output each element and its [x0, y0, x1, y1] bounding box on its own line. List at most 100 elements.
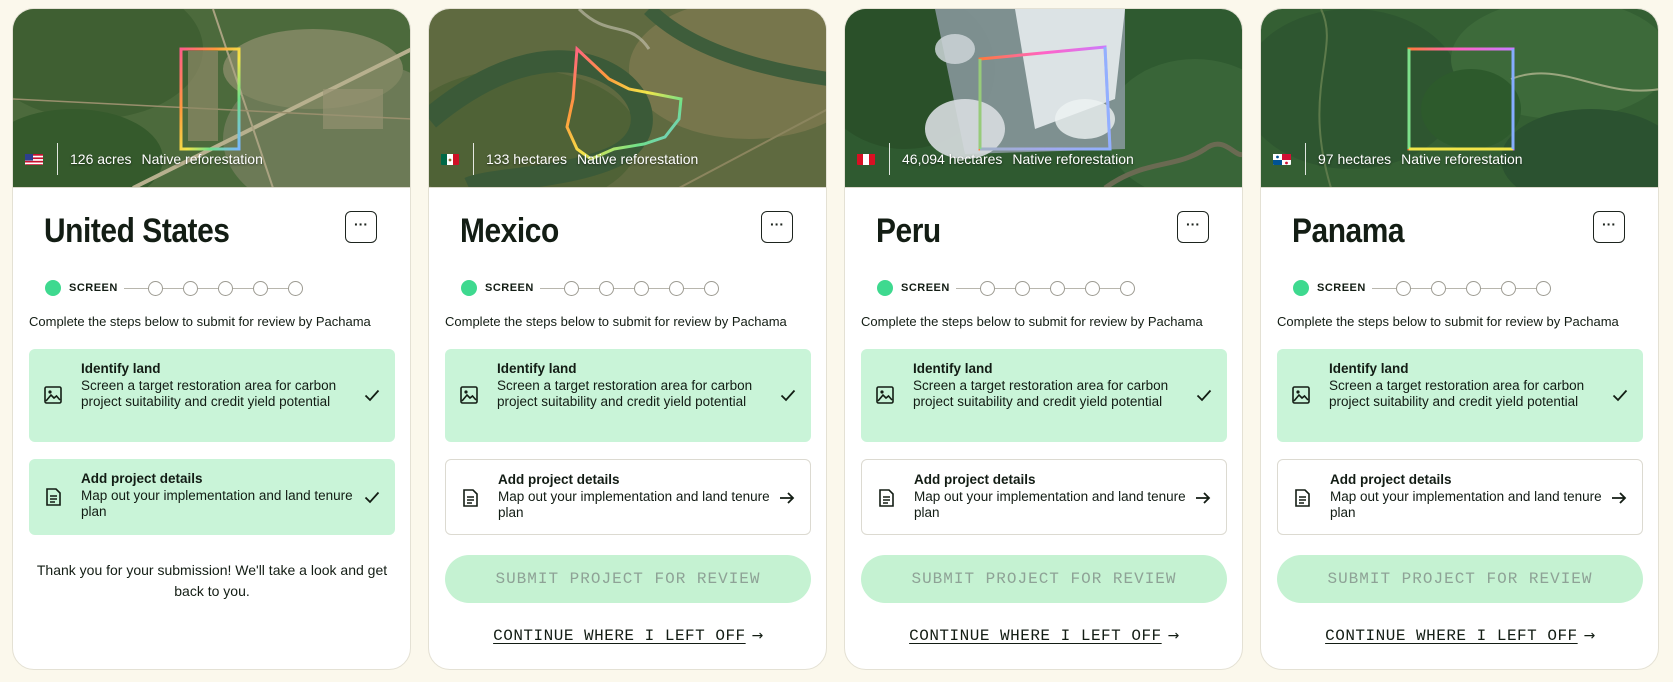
step-dot: [1084, 280, 1100, 296]
document-icon: [463, 489, 478, 507]
task-identify-land[interactable]: Identify land Screen a target restoratio…: [1277, 349, 1643, 442]
project-summary: 126 acres Native reforestation: [25, 143, 263, 175]
project-type-label: Native reforestation: [1012, 151, 1134, 167]
step-connector: [197, 287, 218, 289]
step-label: SCREEN: [1317, 282, 1366, 294]
country-title: Panama: [1292, 212, 1405, 250]
step-connector: [123, 287, 148, 289]
step-label: SCREEN: [69, 282, 118, 294]
satellite-map[interactable]: 126 acres Native reforestation: [13, 9, 410, 188]
step-connector: [1371, 287, 1396, 289]
document-icon: [879, 489, 894, 507]
more-options-button[interactable]: ···: [1593, 211, 1625, 243]
pa-flag-icon: [1273, 153, 1291, 165]
task-identify-land[interactable]: Identify land Screen a target restoratio…: [445, 349, 811, 442]
task-description: Screen a target restoration area for car…: [497, 377, 753, 410]
step-dot: [1395, 280, 1411, 296]
checkmark-icon: [364, 389, 380, 402]
task-description: Map out your implementation and land ten…: [81, 487, 353, 520]
area-label: 133 hectares: [486, 151, 567, 167]
task-title: Add project details: [1330, 472, 1452, 487]
instructions-text: Complete the steps below to submit for r…: [861, 314, 1203, 329]
step-dot-active: [45, 280, 61, 296]
task-add-project-details[interactable]: Add project details Map out your impleme…: [861, 459, 1227, 535]
step-connector: [267, 287, 288, 289]
area-label: 46,094 hectares: [902, 151, 1003, 167]
area-label: 97 hectares: [1318, 151, 1392, 167]
satellite-map[interactable]: 97 hectares Native reforestation: [1261, 9, 1658, 188]
task-identify-land[interactable]: Identify land Screen a target restoratio…: [861, 349, 1227, 442]
step-dot: [598, 280, 614, 296]
area-label: 126 acres: [70, 151, 132, 167]
task-title: Identify land: [913, 361, 993, 376]
step-connector: [539, 287, 564, 289]
submit-project-button[interactable]: SUBMIT PROJECT FOR REVIEW: [861, 555, 1227, 603]
task-add-project-details[interactable]: Add project details Map out your impleme…: [29, 459, 395, 535]
progress-stepper: SCREEN: [877, 280, 1135, 296]
submission-thanks-text: Thank you for your submission! We'll tak…: [36, 562, 388, 599]
step-connector: [162, 287, 183, 289]
project-type-label: Native reforestation: [576, 151, 699, 167]
more-options-button[interactable]: ···: [1177, 211, 1209, 243]
continue-link-label: CONTINUE WHERE I LEFT OFF: [493, 627, 746, 645]
task-description: Screen a target restoration area for car…: [81, 377, 337, 410]
step-dot: [668, 280, 684, 296]
step-dot-active: [877, 280, 893, 296]
image-icon: [460, 386, 478, 404]
project-summary: 133 hectares Native reforestation: [441, 143, 698, 175]
arrow-right-icon: [1196, 492, 1211, 504]
instructions-text: Complete the steps below to submit for r…: [1277, 314, 1619, 329]
us-flag-icon: [25, 153, 43, 165]
satellite-map[interactable]: 46,094 hectares Native reforestation: [845, 9, 1242, 188]
task-description: Screen a target restoration area for car…: [913, 377, 1169, 410]
step-connector: [648, 287, 669, 289]
divider: [889, 143, 890, 175]
document-icon: [46, 488, 61, 506]
step-connector: [578, 287, 599, 289]
step-dot: [1119, 280, 1135, 296]
image-icon: [876, 386, 894, 404]
step-dot: [287, 280, 303, 296]
step-dot-active: [461, 280, 477, 296]
task-title: Add project details: [914, 472, 1036, 487]
task-identify-land[interactable]: Identify land Screen a target restoratio…: [29, 349, 395, 442]
continue-link[interactable]: CONTINUE WHERE I LEFT OFF →: [429, 627, 826, 645]
divider: [473, 143, 474, 175]
step-connector: [955, 287, 980, 289]
step-dot: [1014, 280, 1030, 296]
task-add-project-details[interactable]: Add project details Map out your impleme…: [445, 459, 811, 535]
more-options-button[interactable]: ···: [345, 211, 377, 243]
project-card: 97 hectares Native reforestation Panama …: [1260, 8, 1659, 670]
task-title: Identify land: [81, 361, 161, 376]
arrow-right-icon: →: [751, 628, 764, 644]
task-description: Screen a target restoration area for car…: [1329, 377, 1585, 410]
document-icon: [1295, 489, 1310, 507]
more-options-button[interactable]: ···: [761, 211, 793, 243]
task-description: Map out your implementation and land ten…: [498, 488, 770, 521]
submit-project-button[interactable]: SUBMIT PROJECT FOR REVIEW: [1277, 555, 1643, 603]
pe-flag-icon: [857, 153, 875, 165]
step-connector: [683, 287, 704, 289]
checkmark-icon: [780, 389, 796, 402]
arrow-right-icon: [780, 492, 795, 504]
step-connector: [613, 287, 634, 289]
project-summary: 46,094 hectares Native reforestation: [857, 143, 1134, 175]
step-dot: [1535, 280, 1551, 296]
step-dot: [563, 280, 579, 296]
project-type-label: Native reforestation: [141, 151, 263, 167]
continue-link[interactable]: CONTINUE WHERE I LEFT OFF →: [845, 627, 1242, 645]
ellipsis-icon: ···: [770, 216, 784, 232]
progress-stepper: SCREEN: [45, 280, 303, 296]
continue-link[interactable]: CONTINUE WHERE I LEFT OFF →: [1261, 627, 1658, 645]
image-icon: [44, 386, 62, 404]
image-icon: [1292, 386, 1310, 404]
checkmark-icon: [1612, 389, 1628, 402]
task-add-project-details[interactable]: Add project details Map out your impleme…: [1277, 459, 1643, 535]
satellite-map[interactable]: 133 hectares Native reforestation: [429, 9, 826, 188]
instructions-text: Complete the steps below to submit for r…: [445, 314, 787, 329]
step-dot: [1049, 280, 1065, 296]
submit-project-button[interactable]: SUBMIT PROJECT FOR REVIEW: [445, 555, 811, 603]
checkmark-icon: [1196, 389, 1212, 402]
step-dot: [1430, 280, 1446, 296]
step-dot: [979, 280, 995, 296]
